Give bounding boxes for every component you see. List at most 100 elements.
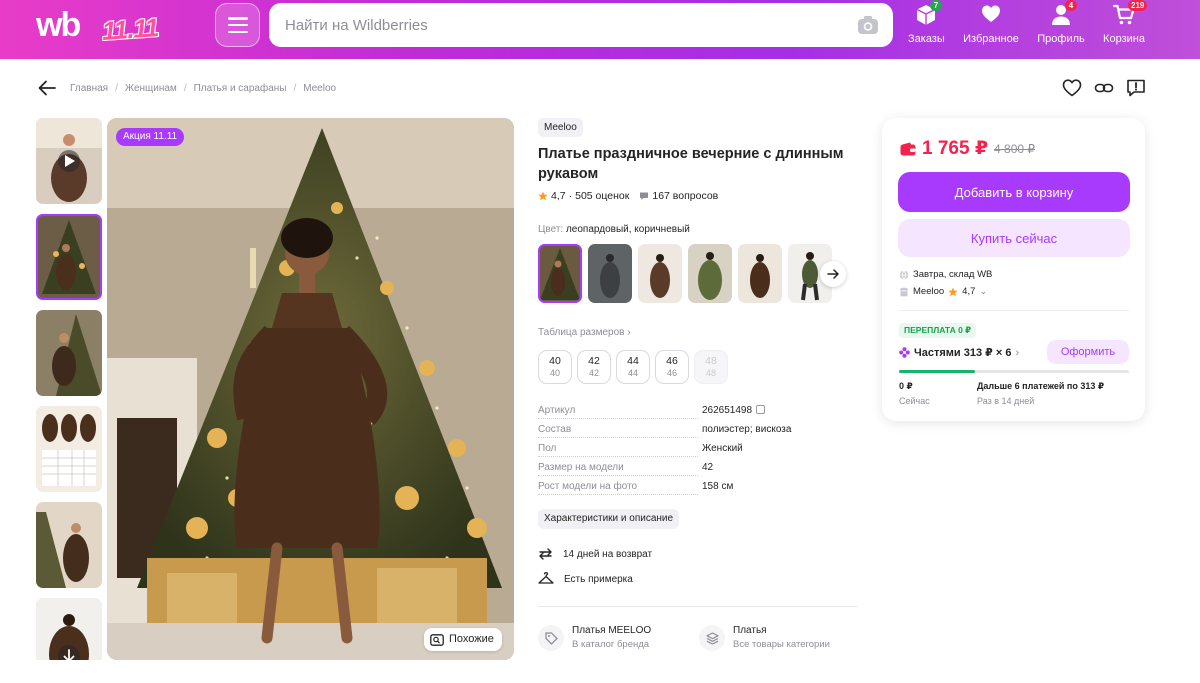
heart-icon [982,5,1000,22]
menu-button[interactable] [215,3,260,47]
color-swatch-grey[interactable] [588,244,632,303]
chevron-right-icon: › [1015,346,1020,359]
spec-value: Женский [702,443,743,454]
orders-badge: 7 [930,0,942,11]
price-block: 1 765 ₽ 4 800 ₽ [900,137,1035,160]
installment-progress-fill [899,370,975,373]
category-link[interactable]: Платья Все товары категории [699,625,830,651]
color-swatch-green-print[interactable] [688,244,732,303]
thumbnail-size-chart[interactable] [36,406,102,492]
size-table-link[interactable]: Таблица размеров › [538,327,631,338]
characteristics-button[interactable]: Характеристики и описание [538,509,680,529]
size-option-46[interactable]: 46 46 [655,350,689,384]
payment-now-label: Сейчас [899,396,930,406]
size-option-40[interactable]: 40 40 [538,350,572,384]
thumbnail-video[interactable] [36,118,102,204]
breadcrumb-separator: / [183,83,187,94]
cart-badge: 219 [1128,0,1148,11]
delivery-text: Завтра, склад WB [913,269,993,280]
spec-value: полиэстер; вискоза [702,424,792,435]
color-swatch-leopard[interactable] [538,244,582,303]
thumbnail-photo[interactable] [36,502,102,588]
back-arrow-icon[interactable] [38,80,56,96]
profile-badge: 4 [1065,0,1077,11]
question-icon [640,192,649,200]
current-price: 1 765 ₽ [922,138,989,159]
thumbnail-photo[interactable] [36,598,102,660]
rating-value: 4,7 [551,190,566,202]
size-option-42[interactable]: 42 42 [577,350,611,384]
copy-icon[interactable] [756,405,766,414]
questions[interactable]: 167 вопросов [639,190,718,202]
spec-value: 262651498 [702,405,766,416]
installments-link[interactable]: Частями 313 ₽ × 6 › [899,346,1019,359]
thumbnail-photo[interactable] [36,310,102,396]
search-input[interactable] [269,3,839,47]
camera-icon[interactable] [857,15,879,35]
breadcrumb-separator: / [115,83,118,94]
breadcrumb: Главная / Женщинам / Платья и сарафаны /… [70,83,336,94]
add-to-cart-button[interactable]: Добавить в корзину [898,172,1130,212]
breadcrumb-brand[interactable]: Meeloo [303,83,336,94]
share-link-icon[interactable] [1094,78,1114,98]
warehouse-icon [899,270,909,279]
search-bar [269,3,893,47]
brand-chip[interactable]: Meeloo [538,118,583,137]
size-ru: 44 [627,368,638,378]
seller-name: Meeloo [913,286,945,297]
nav-cart[interactable]: 219 Корзина [1101,0,1148,45]
size-ru: 40 [549,368,560,378]
installments-text: Частями 313 ₽ × 6 [914,347,1012,359]
category-link-title: Платья [733,625,767,636]
reviews-count: 505 оценок [575,190,630,202]
breadcrumb-separator: / [293,83,297,94]
brand-link-sub: В каталог бренда [572,639,650,650]
payment-later-label: Раз в 14 дней [977,396,1035,406]
swatches-next-button[interactable] [820,261,846,287]
nav-favorites[interactable]: Избранное [962,4,1020,45]
installments-checkout-button[interactable]: Оформить [1047,340,1129,364]
payment-later-amount: Дальше 6 платежей по 313 ₽ [977,381,1105,391]
brand-catalog-link[interactable]: Платья MEELOO В каталог бренда [538,625,651,651]
return-arrows-icon [539,548,552,560]
color-swatch-brown-print[interactable] [638,244,682,303]
similar-button[interactable]: Похожие [424,628,502,651]
breadcrumb-dresses[interactable]: Платья и сарафаны [194,83,287,94]
breadcrumb-women[interactable]: Женщинам [125,83,177,94]
nav-cart-label: Корзина [1103,33,1145,45]
seller-info[interactable]: Meeloo 4,7 ⌄ [899,286,987,297]
buy-now-button[interactable]: Купить сейчас [898,219,1130,257]
tag-icon [538,625,564,651]
header: wb 11.11 7 Заказы Избранное [0,0,1200,59]
overpay-badge: ПЕРЕПЛАТА 0 ₽ [899,323,977,338]
color-swatch-dark-brown[interactable] [738,244,782,303]
star-icon [948,287,958,296]
promo-badge: Акция 11.11 [116,128,185,146]
layers-icon [699,625,725,651]
main-product-photo[interactable] [107,118,514,660]
size-value: 40 [549,355,561,367]
spec-key: Состав [538,424,572,435]
nav-favorites-label: Избранное [963,33,1019,45]
color-value: леопардовый, коричневый [565,224,690,235]
size-value: 48 [705,355,717,367]
report-icon[interactable] [1126,78,1146,98]
nav-profile-label: Профиль [1037,33,1085,45]
nav-orders[interactable]: 7 Заказы [908,0,945,45]
favorite-heart-icon[interactable] [1062,78,1082,98]
rating[interactable]: 4,7 · 505 оценок [538,190,629,202]
category-link-sub: Все товары категории [733,639,830,650]
thumbnail-strip [36,118,102,660]
spec-key: Рост модели на фото [538,481,638,492]
feature-fitting-label: Есть примерка [564,573,633,585]
size-option-44[interactable]: 44 44 [616,350,650,384]
spec-row-composition: Состав полиэстер; вискоза [538,424,858,438]
breadcrumb-home[interactable]: Главная [70,83,108,94]
nav-profile[interactable]: 4 Профиль [1037,0,1085,45]
size-table-label: Таблица размеров [538,327,625,338]
feature-return: 14 дней на возврат [538,547,652,561]
size-option-48-unavailable: 48 48 [694,350,728,384]
thumbnail-photo[interactable] [36,214,102,300]
old-price: 4 800 ₽ [994,141,1036,156]
star-icon [538,191,548,201]
